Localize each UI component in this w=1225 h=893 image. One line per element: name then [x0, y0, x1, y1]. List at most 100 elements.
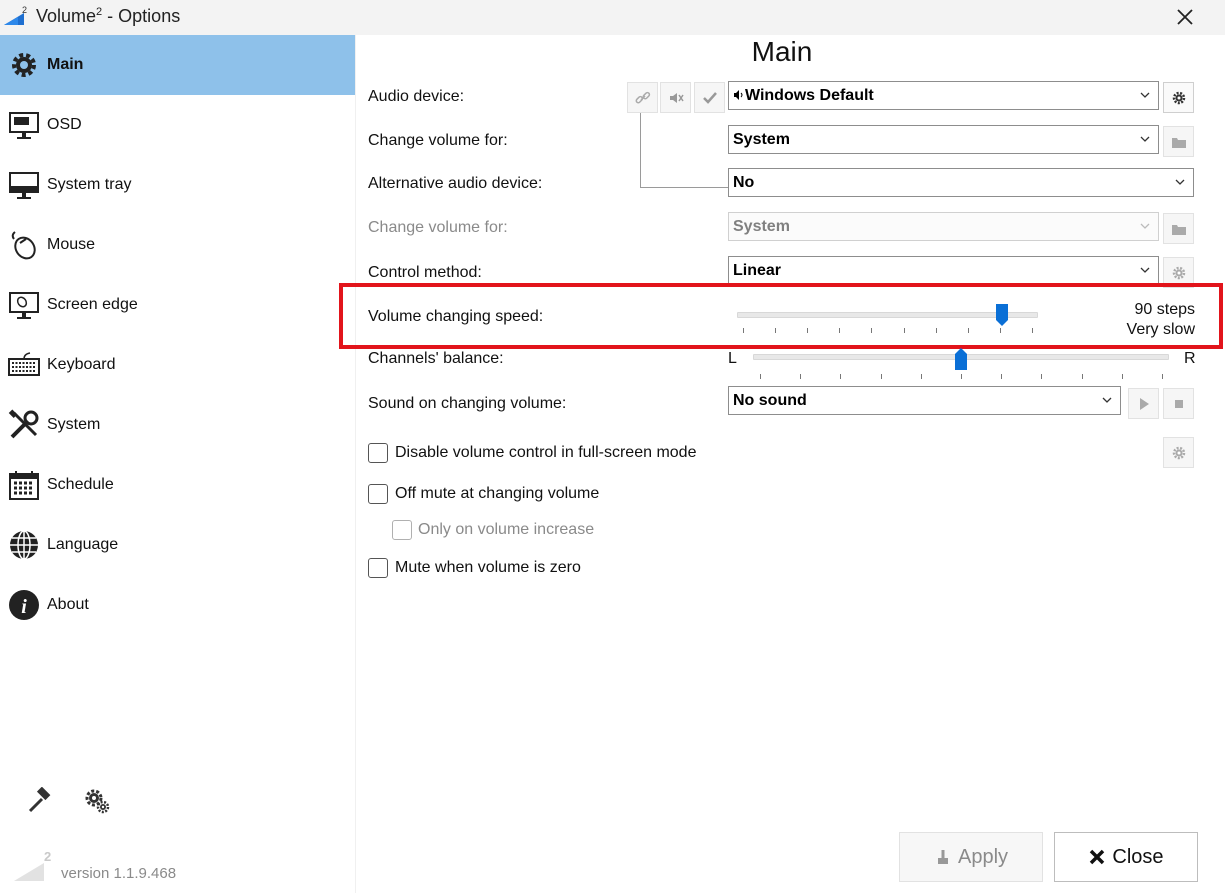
- sound-on-change-select[interactable]: No sound: [728, 386, 1121, 415]
- sidebar: Main OSD System tray Mouse Screen edge K…: [0, 35, 356, 893]
- only-volume-increase-checkbox[interactable]: [392, 520, 412, 540]
- main-panel: Main: [356, 35, 1208, 893]
- gear-icon: [1172, 446, 1186, 460]
- slider-tick: [961, 374, 962, 379]
- hammer-icon[interactable]: [24, 787, 52, 815]
- balance-left-label: L: [728, 350, 737, 367]
- only-volume-increase-label: Only on volume increase: [418, 521, 595, 538]
- close-icon: [1090, 849, 1105, 865]
- sidebar-item-schedule[interactable]: Schedule: [0, 455, 355, 515]
- sidebar-item-label: About: [47, 596, 89, 613]
- chevron-down-icon: [1140, 267, 1150, 273]
- window-title: Volume2 - Options: [36, 6, 180, 27]
- fullscreen-settings-button[interactable]: [1163, 437, 1194, 468]
- sidebar-item-about[interactable]: i About: [0, 575, 355, 635]
- audio-device-select[interactable]: Windows Default: [728, 81, 1159, 110]
- slider-tick: [1001, 374, 1003, 379]
- title-bar: 2 Volume2 - Options: [0, 0, 1225, 35]
- gear-icon: [1172, 266, 1186, 280]
- version-label: version 1.1.9.468: [61, 865, 177, 882]
- stop-sound-button[interactable]: [1163, 388, 1194, 419]
- confirm-button[interactable]: [694, 82, 725, 113]
- window-close-button[interactable]: [1168, 2, 1202, 32]
- mouse-icon: [11, 231, 36, 260]
- page-title: Main: [751, 36, 813, 67]
- sidebar-item-system-tray[interactable]: System tray: [0, 155, 355, 215]
- sidebar-item-screen-edge[interactable]: Screen edge: [0, 275, 355, 335]
- sound-on-change-label: Sound on changing volume:: [368, 395, 567, 412]
- balance-label: Channels' balance:: [368, 350, 504, 367]
- sidebar-item-language[interactable]: Language: [0, 515, 355, 575]
- sidebar-item-label: Screen edge: [47, 296, 138, 313]
- speaker-mute-icon: [670, 93, 684, 103]
- close-button-label: Close: [1112, 845, 1164, 868]
- calendar-icon: [9, 471, 39, 500]
- gear-icon: [12, 53, 36, 77]
- chevron-down-icon: [1140, 223, 1150, 229]
- change-volume-for-label: Change volume for:: [368, 132, 508, 149]
- sound-on-change-value: No sound: [733, 392, 807, 409]
- sidebar-item-osd[interactable]: OSD: [0, 95, 355, 155]
- balance-slider-thumb[interactable]: [955, 348, 967, 370]
- sidebar-item-label: Keyboard: [47, 356, 116, 373]
- link-button[interactable]: [627, 82, 658, 113]
- play-sound-button[interactable]: [1128, 388, 1159, 419]
- sidebar-item-mouse[interactable]: Mouse: [0, 215, 355, 275]
- apply-icon: [937, 850, 948, 864]
- speaker-icon: [734, 90, 743, 100]
- browse-folder-button[interactable]: [1163, 126, 1194, 157]
- chevron-down-icon: [1140, 136, 1150, 142]
- change-volume-for-select[interactable]: System: [728, 125, 1159, 154]
- mute-at-zero-checkbox[interactable]: [368, 558, 388, 578]
- alt-audio-device-select[interactable]: No: [728, 168, 1194, 197]
- control-method-label: Control method:: [368, 264, 482, 281]
- folder-icon: [1172, 225, 1186, 235]
- disable-fullscreen-checkbox[interactable]: [368, 443, 388, 463]
- sidebar-item-label: Mouse: [47, 236, 96, 253]
- sidebar-item-label: System tray: [47, 176, 132, 193]
- sidebar-item-system[interactable]: System: [0, 395, 355, 455]
- sidebar-item-label: OSD: [47, 116, 82, 133]
- close-button[interactable]: Close: [1054, 832, 1198, 882]
- svg-text:2: 2: [44, 849, 51, 864]
- apply-button-label: Apply: [957, 845, 1009, 868]
- sidebar-item-main[interactable]: Main: [0, 35, 355, 95]
- sidebar-item-label: Schedule: [47, 476, 114, 493]
- alt-audio-device-value: No: [733, 174, 755, 191]
- sidebar-item-keyboard[interactable]: Keyboard: [0, 335, 355, 395]
- monitor-icon: [9, 112, 39, 139]
- browse-folder-alt-button[interactable]: [1163, 213, 1194, 244]
- control-method-select[interactable]: Linear: [728, 256, 1159, 285]
- device-connector-line: [640, 113, 728, 188]
- change-volume-for-value: System: [733, 131, 790, 148]
- mute-button[interactable]: [660, 82, 691, 113]
- change-volume-for-alt-value: System: [733, 218, 790, 235]
- off-mute-checkbox[interactable]: [368, 484, 388, 504]
- system-tray-icon: [9, 172, 39, 199]
- apply-button[interactable]: Apply: [899, 832, 1043, 882]
- change-volume-for-alt-select[interactable]: System: [728, 212, 1159, 241]
- app-logo-faded-icon: 2: [14, 849, 51, 881]
- globe-icon: [10, 530, 38, 560]
- sidebar-item-label: Main: [47, 56, 84, 73]
- stop-icon: [1175, 400, 1183, 408]
- sidebar-item-label: Language: [47, 536, 119, 553]
- control-method-value: Linear: [733, 262, 782, 279]
- alt-audio-device-label: Alternative audio device:: [368, 175, 543, 192]
- app-logo-icon: 2: [4, 5, 27, 25]
- settings-gears-icon[interactable]: [83, 787, 111, 815]
- keyboard-icon: [8, 352, 40, 376]
- chevron-down-icon: [1140, 92, 1150, 98]
- slider-tick: [880, 374, 882, 379]
- slider-tick: [1081, 374, 1083, 379]
- chevron-down-icon: [1175, 179, 1185, 185]
- gear-icon: [1172, 91, 1186, 105]
- svg-text:i: i: [21, 596, 27, 618]
- play-icon: [1140, 398, 1149, 410]
- folder-icon: [1172, 138, 1186, 148]
- options-window: 2 Volume2 - Options Main OSD System tray…: [0, 0, 1225, 893]
- link-icon: [635, 91, 651, 104]
- slider-tick: [920, 374, 922, 379]
- balance-right-label: R: [1184, 350, 1196, 367]
- audio-device-settings-button[interactable]: [1163, 82, 1194, 113]
